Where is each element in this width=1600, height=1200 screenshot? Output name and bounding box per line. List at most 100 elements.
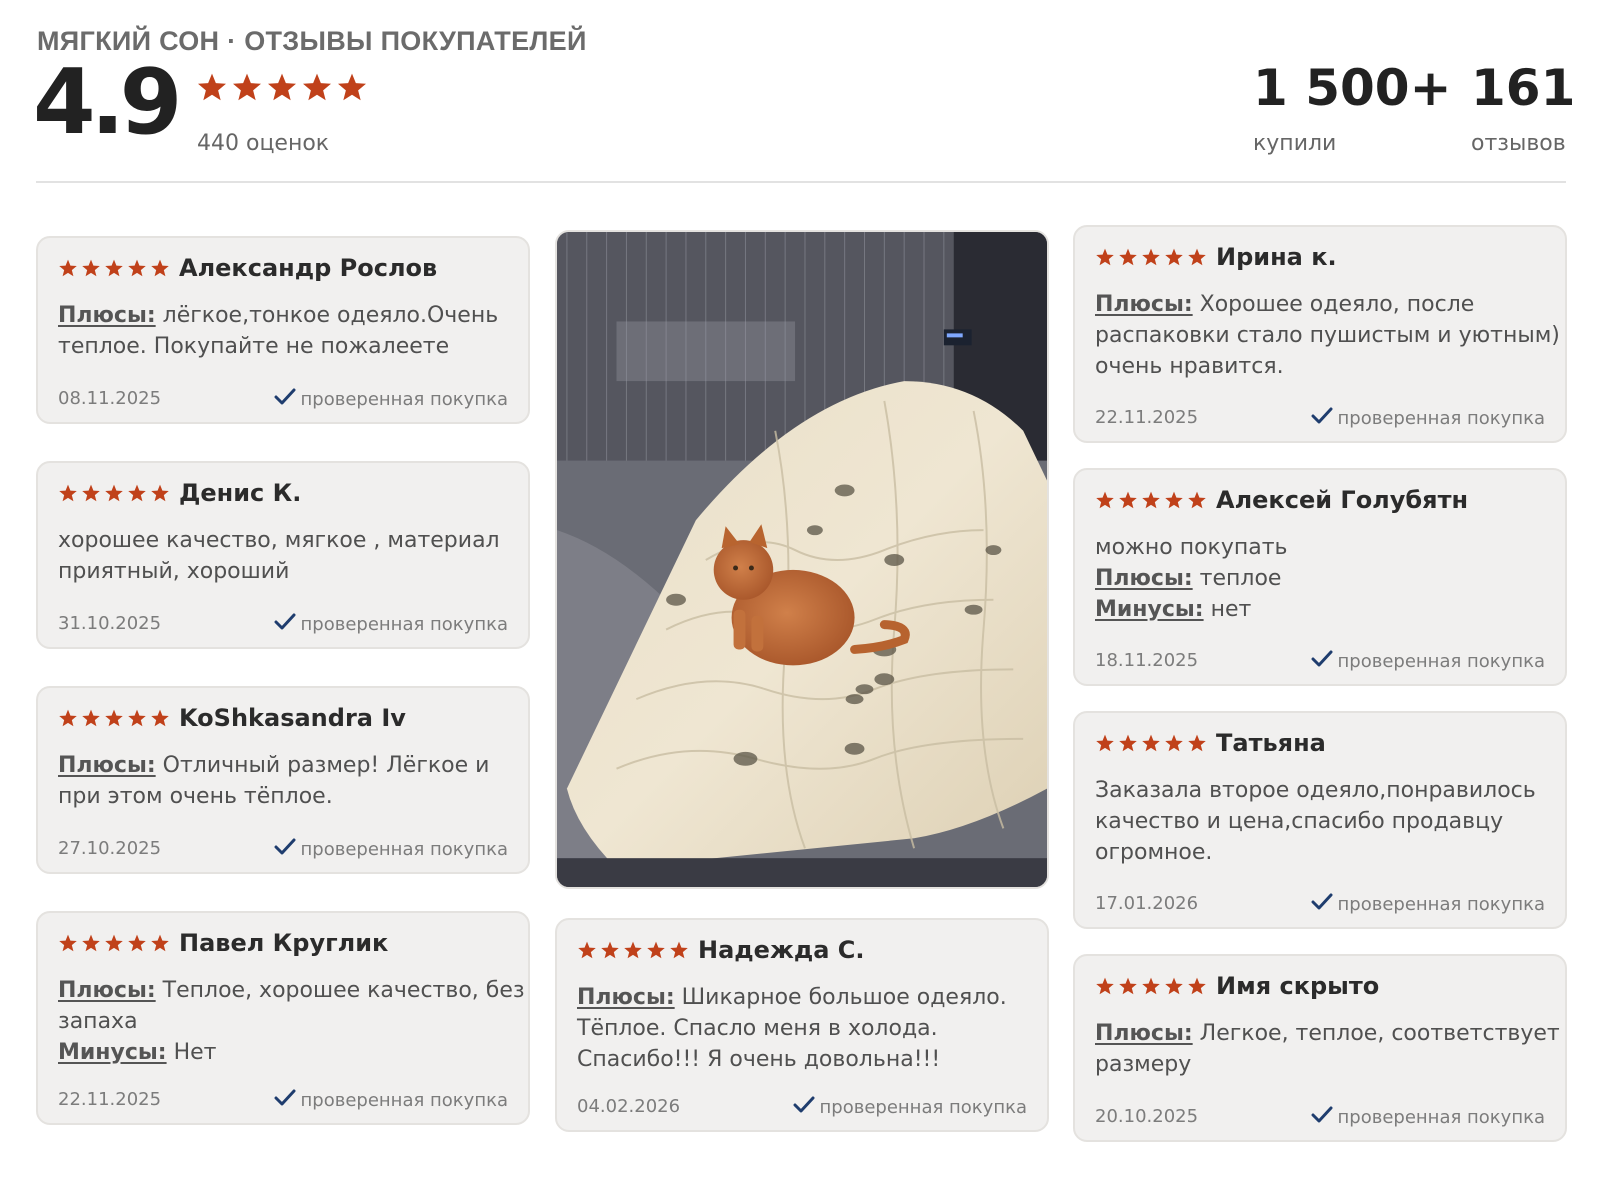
star-icon — [82, 709, 100, 727]
review-key-label: Плюсы: — [577, 985, 675, 1010]
review-card[interactable]: Алексей Голубятн можно покупать Плюсы: теп… — [1073, 468, 1567, 686]
check-icon — [1311, 650, 1333, 666]
review-stars — [1095, 247, 1210, 269]
star-icon — [1188, 734, 1206, 752]
review-card[interactable]: Татьяна Заказала второе одеяло,понравилос… — [1073, 711, 1567, 929]
review-stars — [1095, 976, 1210, 998]
review-text: Заказала второе одеяло,понравилось качес… — [1095, 775, 1565, 868]
star-icon — [1188, 248, 1206, 266]
star-icon — [59, 934, 77, 952]
verified-purchase-label: проверенная покупка — [1337, 894, 1545, 915]
review-key-label: Плюсы: — [58, 303, 156, 328]
verified-purchase-badge: проверенная покупка — [274, 613, 508, 635]
review-text: Плюсы: Хорошее одеяло, после распаковки … — [1095, 289, 1565, 382]
verified-purchase-badge: проверенная покупка — [1311, 1106, 1545, 1128]
star-icon — [1142, 734, 1160, 752]
star-icon — [1142, 248, 1160, 266]
review-text: можно покупать Плюсы: теплое Минусы: нет — [1095, 532, 1565, 625]
check-icon — [274, 1089, 296, 1105]
review-key-label: Плюсы: — [58, 978, 156, 1003]
review-photo[interactable] — [555, 230, 1049, 889]
review-line: Заказала второе одеяло,понравилось качес… — [1095, 775, 1565, 868]
review-key-label: Плюсы: — [1095, 292, 1193, 317]
review-text: хорошее качество, мягкое , материал прия… — [58, 525, 528, 587]
review-line: Плюсы: Легкое, теплое, соответствует раз… — [1095, 1018, 1565, 1080]
review-date: 08.11.2025 — [58, 388, 162, 409]
review-date: 04.02.2026 — [577, 1096, 681, 1117]
star-icon — [1119, 734, 1137, 752]
reviewer-name: Надежда С. — [698, 936, 865, 964]
review-date: 17.01.2026 — [1095, 893, 1199, 914]
review-card[interactable]: Ирина к. Плюсы: Хорошее одеяло, после рас… — [1073, 225, 1567, 443]
review-key-label: Минусы: — [58, 1040, 167, 1065]
check-icon — [1311, 1106, 1333, 1122]
review-stars — [577, 940, 692, 962]
verified-purchase-label: проверенная покупка — [300, 389, 508, 410]
stat-bought-label: купили — [1253, 131, 1337, 156]
review-key-label: Минусы: — [1095, 597, 1204, 622]
review-date: 22.11.2025 — [58, 1089, 162, 1110]
verified-purchase-badge: проверенная покупка — [274, 1089, 508, 1111]
star-icon — [128, 484, 146, 502]
review-text: Плюсы: Шикарное большое одеяло. Тёплое. … — [577, 982, 1047, 1075]
star-icon — [1142, 491, 1160, 509]
star-icon — [105, 259, 123, 277]
review-stars — [58, 483, 173, 505]
star-icon — [1119, 491, 1137, 509]
star-icon — [1165, 248, 1183, 266]
check-icon — [1311, 893, 1333, 909]
reviewer-name: Татьяна — [1216, 729, 1326, 757]
review-text: Плюсы: лёгкое,тонкое одеяло.Очень теплое… — [58, 300, 528, 362]
star-icon — [128, 934, 146, 952]
verified-purchase-label: проверенная покупка — [819, 1097, 1027, 1118]
review-line: хорошее качество, мягкое , материал прия… — [58, 525, 528, 587]
star-icon — [1165, 491, 1183, 509]
star-icon — [82, 259, 100, 277]
star-icon — [105, 934, 123, 952]
review-stars — [1095, 490, 1210, 512]
review-line: Плюсы: лёгкое,тонкое одеяло.Очень теплое… — [58, 300, 528, 362]
review-card[interactable]: Надежда С. Плюсы: Шикарное большое одеяло… — [555, 918, 1049, 1132]
check-icon — [1311, 407, 1333, 423]
star-icon — [105, 709, 123, 727]
review-photo-image — [557, 232, 1047, 887]
verified-purchase-badge: проверенная покупка — [274, 388, 508, 410]
star-icon — [1096, 248, 1114, 266]
review-card[interactable]: Денис К. хорошее качество, мягкое , матер… — [36, 461, 530, 649]
verified-purchase-badge: проверенная покупка — [1311, 893, 1545, 915]
verified-purchase-label: проверенная покупка — [1337, 1107, 1545, 1128]
star-icon — [1188, 977, 1206, 995]
review-card[interactable]: Павел Круглик Плюсы: Теплое, хорошее каче… — [36, 911, 530, 1125]
review-text: Плюсы: Легкое, теплое, соответствует раз… — [1095, 1018, 1565, 1080]
review-card[interactable]: KoShkasandra Iv Плюсы: Отличный размер! Л… — [36, 686, 530, 874]
star-icon — [151, 709, 169, 727]
star-icon — [1165, 734, 1183, 752]
star-icon — [1096, 977, 1114, 995]
check-icon — [274, 388, 296, 404]
verified-purchase-label: проверенная покупка — [300, 1090, 508, 1111]
review-text: Плюсы: Отличный размер! Лёгкое и при это… — [58, 750, 528, 812]
review-date: 18.11.2025 — [1095, 650, 1199, 671]
review-card[interactable]: Имя скрыто Плюсы: Легкое, теплое, соответ… — [1073, 954, 1567, 1142]
reviewer-name: Алексей Голубятн — [1216, 486, 1469, 514]
review-line: Плюсы: Теплое, хорошее качество, без зап… — [58, 975, 528, 1037]
star-icon — [303, 73, 331, 101]
star-icon — [647, 941, 665, 959]
review-line: Плюсы: Отличный размер! Лёгкое и при это… — [58, 750, 528, 812]
star-icon — [198, 73, 226, 101]
review-date: 31.10.2025 — [58, 613, 162, 634]
star-icon — [670, 941, 688, 959]
star-icon — [1096, 491, 1114, 509]
review-line: Минусы: нет — [1095, 594, 1565, 625]
star-icon — [1142, 977, 1160, 995]
ratings-count: 440 оценок — [197, 131, 330, 156]
star-icon — [151, 484, 169, 502]
review-line-text: нет — [1203, 597, 1252, 622]
review-stars — [58, 708, 173, 730]
review-key-label: Плюсы: — [1095, 1021, 1193, 1046]
star-icon — [59, 484, 77, 502]
review-card[interactable]: Александр Рослов Плюсы: лёгкое,тонкое оде… — [36, 236, 530, 424]
star-icon — [1119, 248, 1137, 266]
reviewer-name: Имя скрыто — [1216, 972, 1380, 1000]
review-line-text: теплое — [1192, 566, 1282, 591]
